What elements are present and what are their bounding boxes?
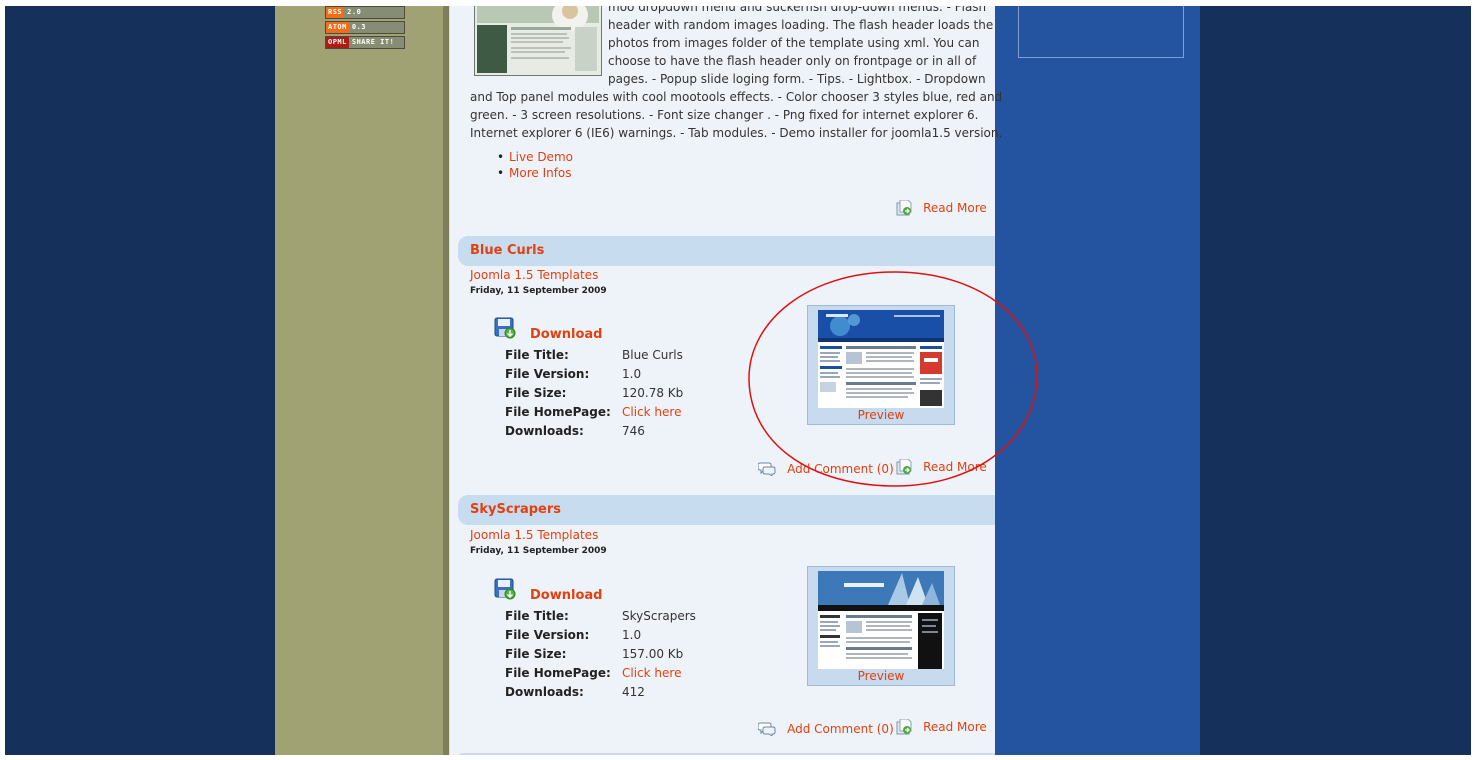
item-date: Friday, 11 September 2009: [470, 546, 607, 556]
live-demo-link[interactable]: Live Demo: [497, 149, 573, 165]
field-label: File Size:: [505, 386, 567, 400]
intro-line-5: pages. - Popup slide loging form. - Tips…: [608, 72, 986, 86]
field-value: 157.00 Kb: [622, 647, 684, 661]
opml-feed-badge[interactable]: OPML SHARE IT!: [325, 36, 405, 49]
more-infos-link[interactable]: More Infos: [497, 165, 573, 181]
page-background: RSS 2.0 ATOM 0.3 OPML SHARE IT! moo dropdow…: [5, 6, 1471, 755]
download-icon: [494, 317, 516, 339]
comment-icon: [758, 722, 776, 736]
intro-line-4: choose to have the flash header only on …: [608, 54, 977, 68]
field-label: File Title:: [505, 609, 569, 623]
read-more-icon: [896, 718, 912, 734]
annotation-ellipse: [748, 271, 1038, 487]
homepage-link[interactable]: Click here: [622, 666, 681, 680]
intro-line-1: moo dropdown menu and suckerfish drop-do…: [608, 6, 987, 14]
download-label[interactable]: Download: [530, 327, 602, 342]
atom-badge-left: ATOM: [326, 22, 349, 33]
download-label[interactable]: Download: [530, 588, 602, 603]
intro-line-6: and Top panel modules with cool mootools…: [470, 90, 1003, 104]
rss-badge-right: 2.0: [344, 7, 365, 18]
download-link[interactable]: [494, 317, 516, 339]
download-link[interactable]: [494, 578, 516, 600]
right-sidebar-module: [1018, 6, 1184, 58]
field-label: File Title:: [505, 348, 569, 362]
rss-feed-badge[interactable]: RSS 2.0: [325, 6, 405, 19]
field-label: File Version:: [505, 628, 590, 642]
homepage-link[interactable]: Click here: [622, 405, 681, 419]
field-label: File Size:: [505, 647, 567, 661]
field-value: Blue Curls: [622, 348, 683, 362]
field-label: Downloads:: [505, 424, 584, 438]
add-comment-label: Add Comment (0): [787, 722, 894, 736]
field-value: 412: [622, 685, 645, 699]
read-more-link[interactable]: Read More: [896, 716, 987, 735]
item-header-bar: Blue Curls: [458, 236, 995, 266]
left-sidebar: [275, 6, 443, 755]
intro-line-3: photos from images folder of the templat…: [608, 36, 980, 50]
field-value: 120.78 Kb: [622, 386, 684, 400]
field-label: File HomePage:: [505, 666, 611, 680]
field-value: 746: [622, 424, 645, 438]
item-date: Friday, 11 September 2009: [470, 286, 607, 296]
preview-label: Preview: [857, 669, 905, 683]
next-item-header-bar: [458, 753, 995, 755]
item-header-bar: SkyScrapers: [458, 495, 995, 525]
intro-line-7: green. - 3 screen resolutions. - Font si…: [470, 108, 979, 122]
field-label: Downloads:: [505, 685, 584, 699]
field-value: 1.0: [622, 367, 642, 381]
field-label: File Version:: [505, 367, 590, 381]
field-value: SkyScrapers: [622, 609, 696, 623]
read-more-label: Read More: [923, 720, 987, 734]
intro-read-more[interactable]: Read More: [896, 197, 987, 216]
preview-thumbnail[interactable]: Preview: [807, 566, 955, 686]
item-category[interactable]: Joomla 1.5 Templates: [470, 528, 598, 542]
rss-badge-left: RSS: [326, 7, 345, 18]
intro-line-2: header with random images loading. The f…: [608, 18, 994, 32]
atom-feed-badge[interactable]: ATOM 0.3: [325, 21, 405, 34]
atom-badge-right: 0.3: [348, 22, 370, 33]
item-category[interactable]: Joomla 1.5 Templates: [470, 268, 598, 282]
add-comment-link[interactable]: Add Comment (0): [758, 718, 894, 737]
intro-line-8: Internet explorer 6 (IE6) warnings. - Ta…: [470, 126, 1003, 140]
intro-thumbnail[interactable]: [474, 6, 602, 76]
opml-badge-right: SHARE IT!: [348, 37, 398, 48]
opml-badge-left: OPML: [326, 37, 349, 48]
preview-image: [818, 571, 944, 669]
item-title[interactable]: Blue Curls: [470, 243, 544, 258]
item-title[interactable]: SkyScrapers: [470, 502, 561, 517]
download-icon: [494, 578, 516, 600]
intro-thumbnail-image: [475, 6, 601, 75]
field-label: File HomePage:: [505, 405, 611, 419]
read-more-icon: [896, 199, 912, 215]
field-value: 1.0: [622, 628, 642, 642]
read-more-label: Read More: [923, 201, 987, 215]
intro-links: Live Demo More Infos: [497, 149, 573, 181]
